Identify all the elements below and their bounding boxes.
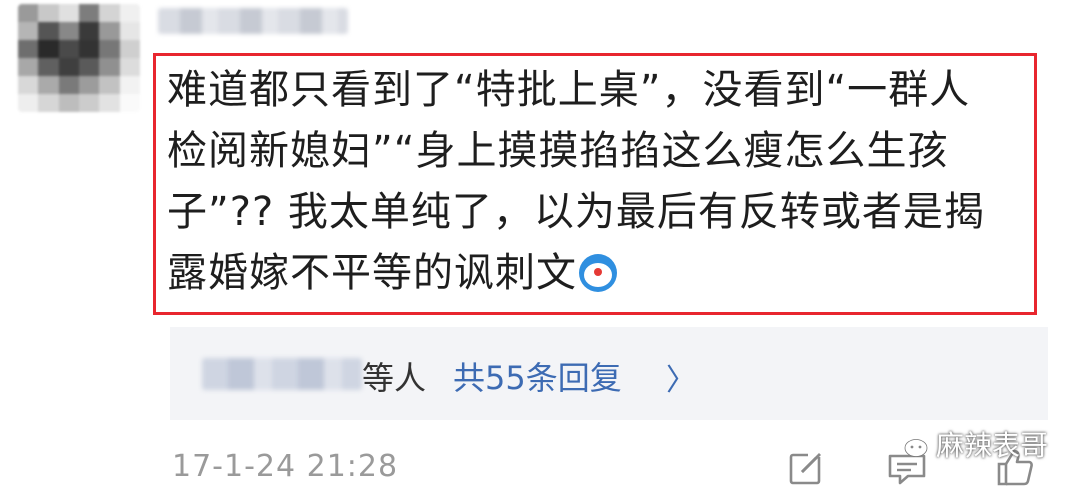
- comment-line: 子”?? 我太单纯了，以为最后有反转或者是揭: [167, 189, 985, 235]
- replier-names-redacted: [202, 358, 362, 390]
- watermark-text: 麻辣表哥: [936, 429, 1049, 462]
- replies-summary[interactable]: 等人 共55条回复 〉: [170, 327, 1048, 420]
- replies-suffix: 等人: [362, 359, 427, 397]
- chevron-right-icon: 〉: [666, 363, 696, 398]
- wechat-logo-icon: [890, 429, 928, 457]
- comment-body: 难道都只看到了“特批上桌”，没看到“一群人 检阅新媳妇”“身上摸摸掐掐这么瘦怎么…: [167, 60, 1027, 304]
- doraemon-emoji-icon: [579, 254, 617, 292]
- comment-line: 难道都只看到了“特批上桌”，没看到“一群人: [167, 67, 971, 113]
- view-replies-link[interactable]: 共55条回复: [453, 353, 622, 399]
- watermark: 麻辣表哥: [890, 424, 1048, 464]
- comment-line: 露婚嫁不平等的讽刺文: [167, 250, 577, 296]
- edit-icon[interactable]: [788, 450, 824, 486]
- username-redacted[interactable]: [158, 8, 348, 34]
- avatar[interactable]: [18, 4, 140, 112]
- comment-line: 检阅新媳妇”“身上摸摸掐掐这么瘦怎么生孩: [167, 128, 949, 174]
- comment-timestamp: 17-1-24 21:28: [172, 449, 399, 484]
